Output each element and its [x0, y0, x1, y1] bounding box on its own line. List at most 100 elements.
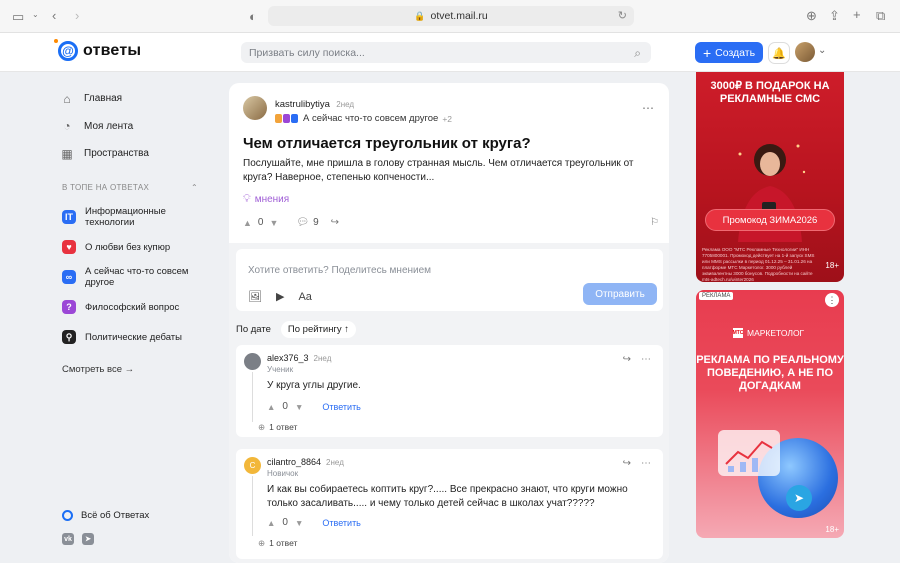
- topic-item-it[interactable]: IT Информационные технологии: [62, 206, 202, 228]
- topic-item-philosophy[interactable]: ? Философский вопрос: [62, 296, 202, 318]
- share-icon[interactable]: ⇪: [829, 9, 840, 22]
- mts-logo-icon: МТС: [732, 328, 744, 338]
- more-icon[interactable]: ⋮: [825, 293, 839, 307]
- topic-label: Философский вопрос: [85, 301, 180, 313]
- category-link[interactable]: А сейчас что-то совсем другое: [303, 113, 438, 124]
- answer-author[interactable]: alex376_3: [267, 353, 309, 363]
- address-bar[interactable]: 🔒 otvet.mail.ru ↻: [268, 6, 634, 26]
- reply-placeholder[interactable]: Хотите ответить? Поделитесь мнением: [248, 265, 431, 276]
- text-format-icon[interactable]: Aa: [298, 291, 311, 303]
- logo[interactable]: @ ответы: [54, 39, 141, 61]
- telegram-icon[interactable]: ➤: [82, 533, 94, 545]
- avatar[interactable]: [795, 42, 815, 62]
- replies-toggle[interactable]: ⊕ 1 ответ: [258, 538, 297, 549]
- ad-label: РЕКЛАМА: [699, 292, 734, 300]
- topic-label: О любви без купюр: [85, 241, 171, 253]
- sidebar-item-feed[interactable]: ◔ Моя лента: [60, 113, 200, 141]
- reply-button[interactable]: Ответить: [322, 402, 360, 412]
- sort-bar: По дате По рейтингу ↑: [236, 321, 357, 338]
- question-card: kastrulibytiya 2нед А сейчас что-то совс…: [229, 83, 669, 563]
- share-icon[interactable]: ↪: [331, 217, 339, 228]
- create-button[interactable]: + Создать: [695, 42, 763, 63]
- sort-by-date[interactable]: По дате: [236, 324, 271, 335]
- ad-banner-marketolog[interactable]: РЕКЛАМА ⋮ МТС МАРКЕТОЛОГ РЕКЛАМА ПО РЕАЛ…: [696, 290, 844, 538]
- search-field[interactable]: ⌕: [241, 42, 651, 63]
- upvote-icon[interactable]: ▲: [243, 218, 252, 228]
- video-icon[interactable]: ▶: [276, 290, 284, 303]
- topic-item-politics[interactable]: ⚲ Политические дебаты: [62, 326, 202, 348]
- sidebar-toggle-icon[interactable]: ▭: [12, 10, 24, 23]
- question-body: Послушайте, мне пришла в голову странная…: [243, 158, 634, 183]
- downvote-icon[interactable]: ▼: [295, 402, 303, 412]
- image-icon[interactable]: 🖼︎: [248, 290, 262, 303]
- share-icon[interactable]: ↪: [623, 354, 631, 365]
- spaces-icon: ▦: [61, 146, 73, 161]
- chevron-down-icon[interactable]: ⌄: [32, 11, 39, 19]
- more-icon[interactable]: ⋯: [642, 101, 655, 115]
- about-link[interactable]: Всё об Ответах: [62, 510, 149, 521]
- answer-time: 2нед: [313, 354, 332, 363]
- home-icon: ⌂: [63, 91, 71, 106]
- question-actions: ▲ 0 ▼ 💬︎ 9 ↪ ⚐: [243, 217, 659, 228]
- topic-item-love[interactable]: ♥ О любви без купюр: [62, 236, 202, 258]
- send-button[interactable]: Отправить: [583, 283, 657, 305]
- age-rating: 18+: [825, 525, 839, 534]
- opinions-badge[interactable]: 💡︎ мнения: [243, 193, 289, 206]
- search-input[interactable]: [249, 46, 609, 59]
- replies-count: 1 ответ: [269, 538, 298, 548]
- upvote-icon[interactable]: ▲: [267, 518, 275, 528]
- forward-icon[interactable]: ›: [75, 9, 79, 22]
- question-icon: ?: [62, 300, 76, 314]
- share-icon[interactable]: ↪: [623, 458, 631, 469]
- see-all-link[interactable]: Смотреть все →: [62, 364, 134, 375]
- downvote-icon[interactable]: ▼: [295, 518, 303, 528]
- ad-banner-sms[interactable]: 3000₽ В ПОДАРОК НА РЕКЛАМНЫЕ СМС Промоко…: [696, 72, 844, 282]
- answer-author[interactable]: cilantro_8864: [267, 457, 321, 467]
- answer-time: 2нед: [326, 458, 344, 467]
- avatar[interactable]: C: [244, 457, 261, 474]
- bookmark-icon[interactable]: ⚐: [650, 217, 659, 228]
- author-name[interactable]: kastrulibytiya: [275, 99, 330, 110]
- search-icon[interactable]: ⌕: [634, 46, 641, 61]
- chevron-up-icon[interactable]: ⌃: [191, 183, 198, 192]
- vk-icon[interactable]: vk: [62, 533, 74, 545]
- section-top-header[interactable]: В ТОПЕ НА ОТВЕТАХ ⌃: [62, 183, 198, 192]
- plus-icon: +: [702, 44, 712, 61]
- url-text: otvet.mail.ru: [430, 10, 488, 22]
- more-icon[interactable]: ⋯: [641, 458, 651, 469]
- reply-button[interactable]: Ответить: [322, 518, 360, 528]
- replies-count: 1 ответ: [269, 422, 298, 432]
- avatar[interactable]: [243, 96, 267, 120]
- answer-card: C cilantro_8864 2нед Новичок ↪ ⋯ И как вы…: [236, 449, 663, 559]
- chevron-down-icon[interactable]: ⌄: [818, 45, 826, 56]
- new-tab-icon[interactable]: +: [853, 8, 861, 21]
- tabs-overview-icon[interactable]: ⧉: [876, 9, 885, 22]
- answer-card: alex376_3 2нед Ученик ↪ ⋯ У круга углы др…: [236, 345, 663, 437]
- about-label: Всё об Ответах: [81, 510, 150, 521]
- sidebar-item-spaces[interactable]: ▦ Пространства: [60, 140, 200, 168]
- downvote-icon[interactable]: ▼: [269, 218, 278, 228]
- download-icon[interactable]: ⊕: [806, 9, 817, 22]
- promo-code-button[interactable]: Промокод ЗИМА2026: [705, 209, 835, 231]
- lock-icon: 🔒: [414, 10, 426, 21]
- comments-button[interactable]: 💬︎ 9: [296, 217, 318, 228]
- avatar[interactable]: [244, 353, 261, 370]
- answer-text: И как вы собираетесь коптить круг?..... …: [267, 484, 628, 509]
- shield-icon[interactable]: ◐: [249, 10, 257, 23]
- topic-item-other[interactable]: ∞ А сейчас что-то совсем другое: [62, 266, 202, 288]
- back-icon[interactable]: ‹: [52, 9, 56, 22]
- bell-icon[interactable]: 🔔: [768, 42, 790, 64]
- replies-toggle[interactable]: ⊕ 1 ответ: [258, 422, 297, 433]
- sidebar-item-home[interactable]: ⌂ Главная: [60, 85, 200, 113]
- upvote-icon[interactable]: ▲: [267, 402, 275, 412]
- extra-tags[interactable]: +2: [442, 114, 452, 124]
- plus-icon: ⊕: [258, 422, 266, 432]
- feed-icon: ◔: [63, 119, 71, 134]
- ad-fine-print: Реклама ООО "МТС Рекламные Технологии" И…: [702, 247, 815, 282]
- sort-by-rating[interactable]: По рейтингу ↑: [280, 321, 357, 338]
- more-icon[interactable]: ⋯: [641, 354, 651, 365]
- reply-box[interactable]: Хотите ответить? Поделитесь мнением 🖼︎ ▶…: [236, 249, 663, 311]
- topic-label: Информационные технологии: [85, 206, 166, 228]
- reload-icon[interactable]: ↻: [618, 9, 627, 22]
- ad-headline: РЕКЛАМА ПО РЕАЛЬНОМУ ПОВЕДЕНИЮ, А НЕ ПО …: [696, 354, 844, 392]
